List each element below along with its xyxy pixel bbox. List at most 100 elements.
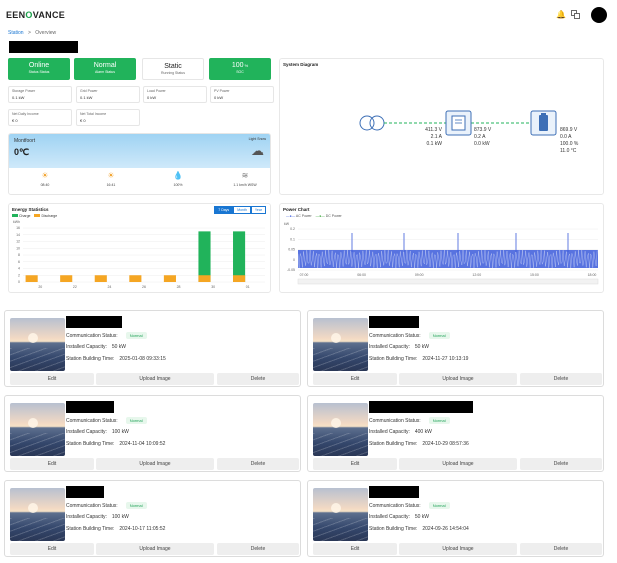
y-tick-label: 2: [18, 273, 20, 277]
bar-discharge: [233, 275, 246, 282]
upload-image-button[interactable]: Upload Image: [96, 543, 214, 555]
edit-button[interactable]: Edit: [10, 543, 94, 555]
bar-charge: [233, 231, 246, 282]
translate-icon[interactable]: [571, 10, 580, 19]
dc-power-legend-marker: —●—: [315, 214, 325, 218]
x-tick-label: 26: [142, 285, 146, 289]
building-time-row: Station Building Time: 2024-10-17 11:05:5…: [66, 526, 166, 532]
installed-capacity-row: Installed Capacity: 50 kW: [369, 514, 430, 520]
system-diagram-panel: System Diagram 411.3 V 2.1 A 0.1 kW 873.9 …: [279, 58, 604, 195]
edit-button[interactable]: Edit: [10, 373, 94, 385]
y-tick-label: 0: [293, 258, 295, 262]
x-tick-label: 20: [38, 285, 42, 289]
station-name-redacted: [66, 486, 104, 498]
breadcrumb-station-link[interactable]: Station: [8, 30, 24, 36]
snow-cloud-icon: ☁: [251, 143, 264, 158]
grid-power-metric: Grid Power 0.1 kW: [76, 86, 140, 103]
bell-icon[interactable]: 🔔: [556, 10, 566, 19]
data-zoom-slider: [297, 278, 599, 285]
installed-capacity-row: Installed Capacity: 100 kW: [66, 429, 129, 435]
bar-discharge: [25, 275, 38, 282]
y-tick-label: 8: [18, 253, 20, 257]
communication-status-row: Communication Status: Normal: [66, 502, 147, 509]
building-time-row: Station Building Time: 2024-09-26 14:54:0…: [369, 526, 469, 532]
station-name-redacted: [9, 41, 78, 53]
station-card[interactable]: Communication Status: Normal Installed Ca…: [4, 395, 301, 472]
power-chart-panel: Power Chart —●— AC Power —●— DC Power kW…: [279, 203, 604, 293]
range-toggle: 7 Days Month Year: [214, 206, 266, 214]
system-diagram-svg: [359, 110, 557, 136]
upload-image-button[interactable]: Upload Image: [96, 458, 214, 470]
y-tick-label: 0: [18, 280, 20, 284]
bar-discharge: [198, 275, 211, 282]
bar-discharge: [129, 275, 142, 282]
station-photo: [313, 403, 368, 456]
communication-status-row: Communication Status: Normal: [369, 332, 450, 339]
brand-logo[interactable]: EENOVANCE: [6, 10, 65, 20]
sunrise-icon: ☀: [41, 171, 49, 180]
delete-button[interactable]: Delete: [520, 458, 602, 470]
y-tick-label: 14: [16, 233, 20, 237]
x-tick-label: 09:00: [415, 273, 424, 277]
user-avatar[interactable]: [591, 7, 607, 23]
battery-readings: 869.9 V 0.0 A 100.0 % 11.0 °C: [560, 127, 579, 154]
charge-legend-swatch: [12, 214, 18, 217]
upload-image-button[interactable]: Upload Image: [96, 373, 214, 385]
communication-status-row: Communication Status: Normal: [66, 332, 147, 339]
y-tick-label: -0.05: [287, 268, 295, 272]
power-legend: —●— AC Power —●— DC Power: [286, 214, 342, 218]
upload-image-button[interactable]: Upload Image: [399, 458, 517, 470]
inverter-icon: [445, 110, 472, 136]
station-card[interactable]: Communication Status: Normal Installed Ca…: [4, 310, 301, 387]
delete-button[interactable]: Delete: [217, 458, 299, 470]
y-tick-label: 0.1: [290, 237, 295, 241]
edit-button[interactable]: Edit: [313, 373, 397, 385]
station-card[interactable]: Communication Status: Normal Installed Ca…: [307, 480, 604, 557]
alarm-status-card: Normal Alarm Status: [74, 58, 136, 80]
edit-button[interactable]: Edit: [10, 458, 94, 470]
weather-temp: 0℃: [14, 147, 30, 157]
range-year-button[interactable]: Year: [250, 206, 266, 214]
y-tick-label: 4: [18, 267, 20, 271]
humidity-icon: 💧: [173, 171, 183, 180]
grid-readings: 411.3 V 2.1 A 0.1 kW: [425, 127, 442, 147]
net-daily-income-metric: Net Daily Income € 0: [8, 109, 72, 126]
installed-capacity-row: Installed Capacity: 400 kW: [369, 429, 432, 435]
online-status-card: Online Status Status: [8, 58, 70, 80]
edit-button[interactable]: Edit: [313, 543, 397, 555]
bar-discharge: [60, 275, 73, 282]
station-photo: [313, 318, 368, 371]
ac-power-legend-marker: —●—: [286, 214, 296, 218]
y-tick-label: 10: [16, 246, 20, 250]
upload-image-button[interactable]: Upload Image: [399, 543, 517, 555]
load-power-metric: Load Power 0 kW: [143, 86, 207, 103]
delete-button[interactable]: Delete: [217, 543, 299, 555]
power-chart-title: Power Chart: [283, 207, 310, 212]
wind-icon: ≋: [241, 171, 249, 180]
station-photo: [10, 318, 65, 371]
station-name-redacted: [369, 316, 419, 328]
delete-button[interactable]: Delete: [217, 373, 299, 385]
station-card[interactable]: Communication Status: Normal Installed Ca…: [307, 310, 604, 387]
y-tick-label: 6: [18, 260, 20, 264]
range-month-button[interactable]: Month: [233, 206, 251, 214]
grid-icon: [359, 115, 385, 131]
soc-card: 100% SOC: [209, 58, 271, 80]
communication-status-row: Communication Status: Normal: [66, 417, 147, 424]
y-tick-label: 12: [16, 240, 20, 244]
bar-charge: [198, 231, 211, 282]
range-7days-button[interactable]: 7 Days: [214, 206, 234, 214]
edit-button[interactable]: Edit: [313, 458, 397, 470]
installed-capacity-row: Installed Capacity: 100 kW: [66, 514, 129, 520]
bar-discharge: [94, 275, 107, 282]
station-name-redacted: [66, 316, 122, 328]
delete-button[interactable]: Delete: [520, 543, 602, 555]
station-card[interactable]: Communication Status: Normal Installed Ca…: [307, 395, 604, 472]
station-name-redacted: [369, 486, 419, 498]
delete-button[interactable]: Delete: [520, 373, 602, 385]
station-card[interactable]: Communication Status: Normal Installed Ca…: [4, 480, 301, 557]
status-badge: Normal: [125, 332, 147, 339]
upload-image-button[interactable]: Upload Image: [399, 373, 517, 385]
installed-capacity-row: Installed Capacity: 50 kW: [369, 344, 430, 350]
x-tick-label: 30: [211, 285, 215, 289]
